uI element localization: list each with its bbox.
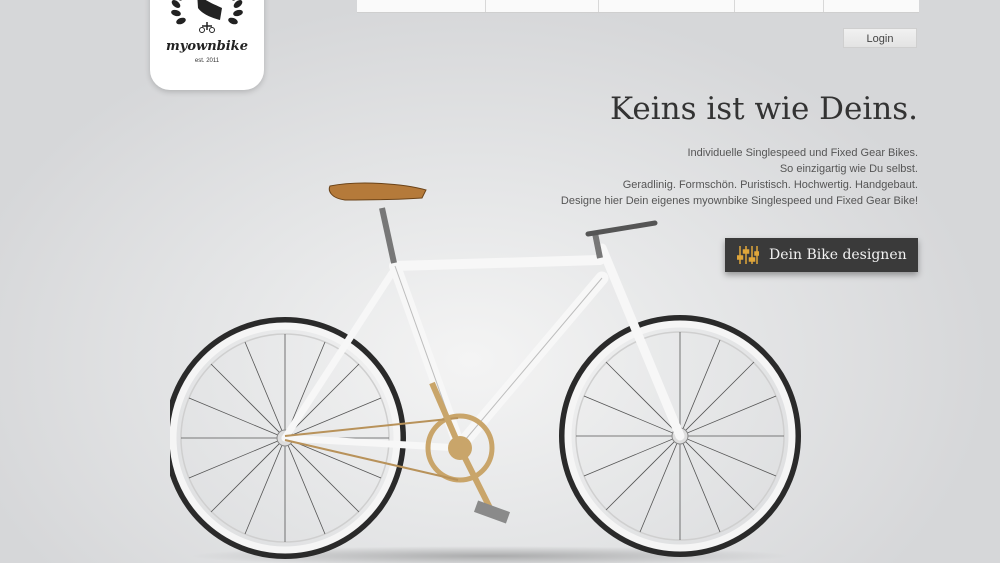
brand-name: myownbike bbox=[166, 39, 248, 54]
tagline-line: Individuelle Singlespeed und Fixed Gear … bbox=[687, 147, 918, 159]
nav-item-3[interactable] bbox=[599, 0, 735, 12]
login-button[interactable]: Login bbox=[843, 28, 917, 48]
hero-headline: Keins ist wie Deins. bbox=[610, 91, 918, 127]
logo-badge[interactable]: myownbike est. 2011 bbox=[150, 0, 264, 90]
nav-item-4[interactable] bbox=[735, 0, 825, 12]
top-navigation bbox=[357, 0, 919, 13]
bike-logo-wreath-icon bbox=[171, 0, 243, 33]
bike-frame bbox=[281, 243, 685, 454]
tagline-line: So einzigartig wie Du selbst. bbox=[779, 163, 918, 175]
nav-item-2[interactable] bbox=[486, 0, 600, 12]
nav-item-5[interactable] bbox=[824, 0, 919, 12]
nav-item-1[interactable] bbox=[357, 0, 486, 12]
established-year: est. 2011 bbox=[194, 58, 220, 64]
bike-image bbox=[170, 182, 801, 563]
